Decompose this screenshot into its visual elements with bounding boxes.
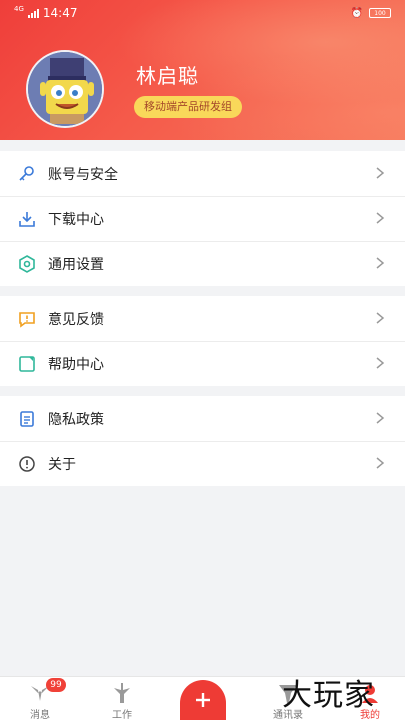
menu-item-label: 账号与安全 bbox=[48, 166, 118, 183]
menu-group-about: 隐私政策 关于 bbox=[0, 396, 405, 486]
user-name: 林启聪 bbox=[136, 64, 199, 88]
chevron-right-icon bbox=[376, 412, 385, 424]
signal-icon bbox=[27, 8, 39, 18]
feedback-icon bbox=[18, 310, 36, 328]
tab-label: 工作 bbox=[112, 710, 132, 720]
profile-header: 4G 14:47 ⏰ 100 林启聪 移动端产品研发组 bbox=[0, 0, 405, 140]
menu-item-label: 隐私政策 bbox=[48, 411, 104, 428]
menu-item-about[interactable]: 关于 bbox=[0, 441, 405, 486]
battery-icon: 100 bbox=[369, 8, 391, 18]
menu-item-account-security[interactable]: 账号与安全 bbox=[0, 151, 405, 196]
work-icon bbox=[114, 683, 130, 703]
menu-item-feedback[interactable]: 意见反馈 bbox=[0, 296, 405, 341]
status-bar: 4G 14:47 ⏰ 100 bbox=[0, 0, 405, 26]
menu-item-label: 帮助中心 bbox=[48, 356, 104, 373]
status-time: 14:47 bbox=[42, 6, 78, 20]
chevron-right-icon bbox=[376, 312, 385, 324]
tab-messages[interactable]: 99 消息 bbox=[10, 677, 70, 720]
tab-work[interactable]: 工作 bbox=[92, 677, 152, 720]
avatar-image bbox=[28, 52, 102, 126]
info-icon bbox=[18, 455, 36, 473]
chevron-right-icon bbox=[376, 357, 385, 369]
settings-hexagon-icon bbox=[18, 254, 36, 273]
battery-level: 100 bbox=[374, 9, 386, 17]
chevron-right-icon bbox=[376, 457, 385, 469]
key-icon bbox=[18, 165, 36, 183]
download-icon bbox=[18, 210, 36, 228]
menu-item-download-center[interactable]: 下载中心 bbox=[0, 196, 405, 241]
menu-item-label: 下载中心 bbox=[48, 211, 104, 228]
add-button[interactable] bbox=[180, 680, 226, 720]
chevron-right-icon bbox=[376, 167, 385, 179]
alarm-icon: ⏰ bbox=[350, 7, 363, 19]
menu-item-general-settings[interactable]: 通用设置 bbox=[0, 241, 405, 286]
avatar[interactable] bbox=[26, 50, 104, 128]
menu-item-label: 通用设置 bbox=[48, 256, 104, 273]
help-icon bbox=[18, 355, 36, 373]
department-badge: 移动端产品研发组 bbox=[134, 96, 242, 118]
tab-label: 消息 bbox=[30, 710, 50, 720]
network-label: 4G bbox=[14, 4, 24, 13]
unread-badge: 99 bbox=[46, 678, 66, 692]
plus-icon bbox=[196, 693, 210, 707]
watermark-text: 大玩家 bbox=[282, 678, 375, 713]
chevron-right-icon bbox=[376, 257, 385, 269]
menu-item-help-center[interactable]: 帮助中心 bbox=[0, 341, 405, 386]
menu-item-privacy-policy[interactable]: 隐私政策 bbox=[0, 396, 405, 441]
chevron-right-icon bbox=[376, 212, 385, 224]
menu-group-support: 意见反馈 帮助中心 bbox=[0, 296, 405, 386]
menu-group-account: 账号与安全 下载中心 通用设置 bbox=[0, 151, 405, 286]
document-icon bbox=[18, 410, 36, 428]
menu-item-label: 意见反馈 bbox=[48, 311, 104, 328]
menu-item-label: 关于 bbox=[48, 456, 76, 473]
